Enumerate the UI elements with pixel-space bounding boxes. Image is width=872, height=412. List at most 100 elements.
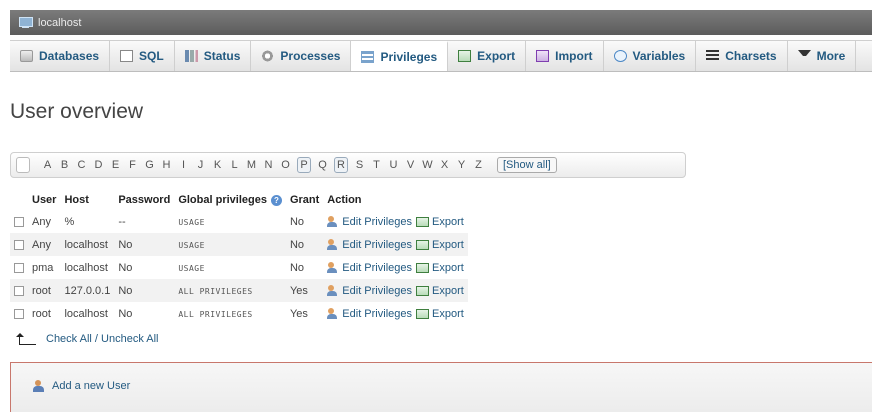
user-column-header: User xyxy=(32,194,57,206)
tab-import[interactable]: Import xyxy=(526,41,604,71)
processes-icon xyxy=(261,50,275,62)
initial-letter-b[interactable]: B xyxy=(56,159,73,171)
initial-letter-l[interactable]: L xyxy=(226,159,243,171)
initial-letter-z[interactable]: Z xyxy=(470,159,487,171)
tab-variables[interactable]: Variables xyxy=(604,41,697,71)
initial-letter-w[interactable]: W xyxy=(419,159,436,171)
variables-icon xyxy=(613,50,627,62)
tab-label: SQL xyxy=(139,49,164,63)
initial-letter-t[interactable]: T xyxy=(368,159,385,171)
row-checkbox[interactable] xyxy=(14,285,24,296)
host-cell: localhost xyxy=(60,233,115,256)
privileges-value: USAGE xyxy=(178,217,205,227)
status-icon xyxy=(184,50,198,62)
user-cell: Any xyxy=(28,233,61,256)
initial-letter-x[interactable]: X xyxy=(436,159,453,171)
password-cell: -- xyxy=(118,215,126,228)
privileges-value: USAGE xyxy=(178,240,205,250)
initial-letter-e[interactable]: E xyxy=(107,159,124,171)
initial-letter-q[interactable]: Q xyxy=(314,159,331,171)
initial-letter-g[interactable]: G xyxy=(141,159,158,171)
export-icon xyxy=(416,239,429,250)
server-icon xyxy=(19,17,33,28)
add-user-icon xyxy=(33,380,46,392)
export-icon xyxy=(458,50,472,62)
tab-export[interactable]: Export xyxy=(448,41,527,71)
export-user-link[interactable]: Export xyxy=(412,216,464,228)
grant-cell: No xyxy=(289,215,305,228)
user-cell: root xyxy=(28,279,61,302)
tab-databases[interactable]: Databases xyxy=(10,41,111,71)
host-column-header: Host xyxy=(64,194,89,206)
export-icon xyxy=(416,216,429,227)
initial-letter-j[interactable]: J xyxy=(192,159,209,171)
edit-privileges-link[interactable]: Edit Privileges xyxy=(327,262,412,274)
initial-letter-m[interactable]: M xyxy=(243,159,260,171)
password-column-header: Password xyxy=(118,194,171,206)
initial-letter-s[interactable]: S xyxy=(351,159,368,171)
export-label: Export xyxy=(432,307,464,320)
export-user-link[interactable]: Export xyxy=(412,239,464,251)
tab-sql[interactable]: SQL xyxy=(110,41,175,71)
table-row: Any localhost No USAGE No Edit Privileges Expo… xyxy=(10,233,468,256)
privileges-column-header: Global privileges? xyxy=(174,190,286,210)
privileges-icon xyxy=(361,51,375,63)
initial-letter-u[interactable]: U xyxy=(385,159,402,171)
add-user-label: Add a new User xyxy=(52,380,131,392)
initial-letter-d[interactable]: D xyxy=(90,159,107,171)
edit-privileges-link[interactable]: Edit Privileges xyxy=(327,308,412,320)
initial-letter-h[interactable]: H xyxy=(158,159,175,171)
tab-label: Databases xyxy=(39,49,100,63)
add-user-fieldset: Add a new User xyxy=(10,362,872,412)
table-header-row: User Host Password Global privileges? Gr… xyxy=(10,190,468,210)
show-all-link[interactable]: [Show all] xyxy=(497,157,557,173)
row-checkbox[interactable] xyxy=(14,216,24,227)
server-name[interactable]: localhost xyxy=(38,17,81,29)
password-cell: No xyxy=(114,233,175,256)
edit-privileges-link[interactable]: Edit Privileges xyxy=(327,239,412,251)
charsets-icon xyxy=(706,50,720,62)
initial-letter-p[interactable]: P xyxy=(297,157,311,173)
check-all-link[interactable]: Check All / Uncheck All xyxy=(46,333,159,345)
edit-privileges-link[interactable]: Edit Privileges xyxy=(327,216,412,228)
export-user-link[interactable]: Export xyxy=(412,285,464,297)
initial-letter-k[interactable]: K xyxy=(209,159,226,171)
row-checkbox[interactable] xyxy=(14,308,24,319)
check-all-row: Check All / Uncheck All xyxy=(16,333,159,345)
host-cell: localhost xyxy=(64,261,108,274)
initials-letters: ABCDEFGHIJKLMNOPQRSTUVWXYZ xyxy=(39,157,487,173)
tab-charsets[interactable]: Charsets xyxy=(696,41,788,71)
initial-letter-r[interactable]: R xyxy=(334,157,348,173)
table-row: root localhost No ALL PRIVILEGES Yes Edit Pri… xyxy=(10,302,468,325)
initials-filter: ABCDEFGHIJKLMNOPQRSTUVWXYZ [Show all] xyxy=(10,152,686,178)
tab-privileges[interactable]: Privileges xyxy=(351,41,449,71)
initial-letter-v[interactable]: V xyxy=(402,159,419,171)
edit-user-icon xyxy=(327,216,339,228)
row-checkbox[interactable] xyxy=(14,262,24,273)
tab-label: Variables xyxy=(632,49,686,63)
sql-icon xyxy=(120,50,134,62)
action-cell: Edit Privileges Export xyxy=(323,302,468,325)
export-user-link[interactable]: Export xyxy=(412,262,464,274)
help-icon[interactable]: ? xyxy=(270,194,282,206)
tab-processes[interactable]: Processes xyxy=(251,41,352,71)
edit-privileges-link[interactable]: Edit Privileges xyxy=(327,285,412,297)
edit-privileges-label: Edit Privileges xyxy=(342,238,412,251)
host-cell: % xyxy=(64,215,75,228)
initial-letter-n[interactable]: N xyxy=(260,159,277,171)
export-user-link[interactable]: Export xyxy=(412,308,464,320)
tab-status[interactable]: Status xyxy=(175,41,252,71)
export-icon xyxy=(416,285,429,296)
tab-label: Processes xyxy=(280,49,341,63)
initial-letter-o[interactable]: O xyxy=(277,159,294,171)
initial-letter-y[interactable]: Y xyxy=(453,159,470,171)
row-checkbox[interactable] xyxy=(14,239,24,250)
initial-letter-a[interactable]: A xyxy=(39,159,56,171)
initial-letter-i[interactable]: I xyxy=(175,159,192,171)
action-cell: Edit Privileges Export xyxy=(323,210,468,233)
initials-blank-button[interactable] xyxy=(16,157,30,173)
initial-letter-f[interactable]: F xyxy=(124,159,141,171)
tab-more[interactable]: More xyxy=(788,41,857,71)
initial-letter-c[interactable]: C xyxy=(73,159,90,171)
add-user-button[interactable]: Add a new User xyxy=(33,380,130,392)
